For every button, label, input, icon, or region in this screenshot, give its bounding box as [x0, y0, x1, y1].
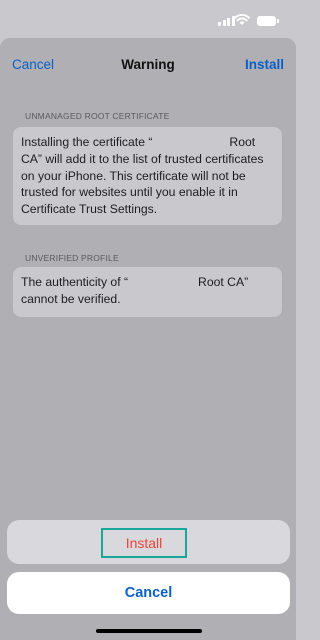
battery-icon	[257, 16, 279, 26]
install-action-button[interactable]: Install	[126, 535, 163, 551]
root-certificate-card: Installing the certificate “ Root CA” wil…	[13, 127, 282, 225]
section-header-root-certificate: UNMANAGED ROOT CERTIFICATE	[25, 111, 170, 121]
unverified-text-rest: cannot be verified.	[21, 291, 121, 306]
home-indicator	[96, 629, 202, 633]
root-cert-text-rest: CA” will add it to the list of trusted c…	[21, 151, 264, 217]
status-bar	[0, 0, 296, 40]
wifi-icon	[234, 13, 250, 25]
unverified-text-root: Root CA”	[198, 275, 249, 289]
root-cert-text-start: Installing the certificate “	[21, 135, 153, 149]
root-cert-text-root: Root	[229, 135, 256, 149]
section-header-unverified-profile: UNVERIFIED PROFILE	[25, 253, 119, 263]
signal-icon	[218, 16, 235, 26]
install-highlight-box: Install	[101, 528, 187, 558]
nav-install-button[interactable]: Install	[245, 57, 284, 72]
cancel-button[interactable]: Cancel	[7, 572, 290, 614]
unverified-profile-card: The authenticity of “ Root CA” cannot be …	[13, 267, 282, 317]
unverified-text-start: The authenticity of “	[21, 275, 129, 289]
